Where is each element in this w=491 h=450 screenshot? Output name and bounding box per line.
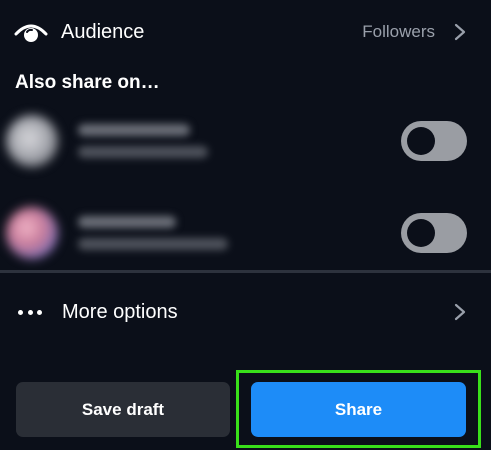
share-account-toggle[interactable]: [401, 213, 467, 253]
toggle-knob: [407, 127, 435, 155]
account-avatar: [6, 207, 58, 259]
account-avatar: [6, 115, 58, 167]
share-button[interactable]: Share: [251, 382, 466, 437]
more-options-row[interactable]: More options: [0, 294, 491, 330]
chevron-right-icon: [453, 22, 467, 42]
account-name-blurred: [78, 124, 208, 158]
section-divider: [0, 270, 491, 273]
more-dots-icon: [18, 307, 42, 317]
audience-row[interactable]: Audience Followers: [0, 12, 491, 52]
share-account-row: [0, 198, 491, 268]
toggle-knob: [407, 219, 435, 247]
account-name-blurred: [78, 216, 228, 250]
save-draft-button[interactable]: Save draft: [16, 382, 230, 437]
eye-icon: [14, 20, 48, 44]
audience-value: Followers: [362, 22, 435, 41]
chevron-right-icon: [453, 302, 467, 322]
share-account-toggle[interactable]: [401, 121, 467, 161]
more-options-label: More options: [62, 300, 178, 323]
also-share-title: Also share on…: [15, 72, 160, 93]
audience-label: Audience: [61, 20, 145, 43]
share-account-row: [0, 110, 491, 172]
